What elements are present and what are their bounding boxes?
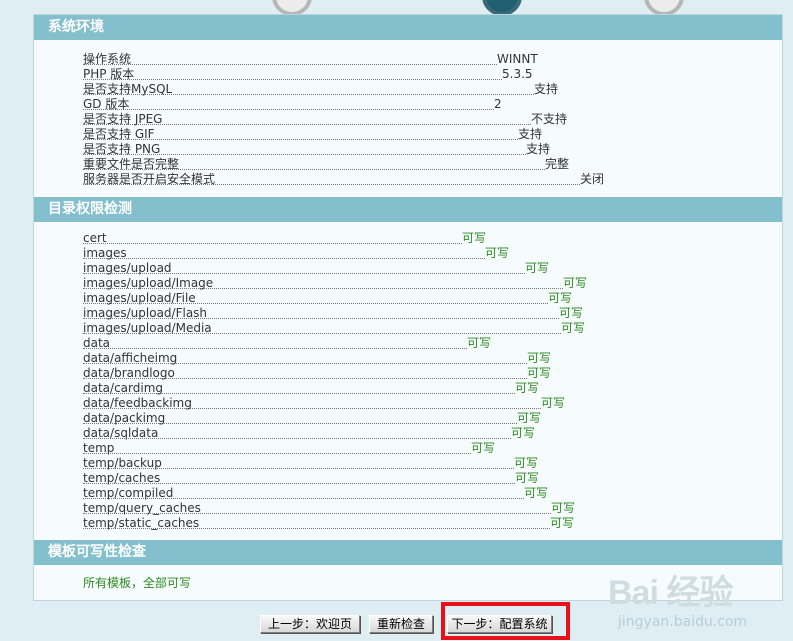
- env-row-value: 支持: [534, 82, 559, 96]
- dir-row-label: temp/backup: [83, 456, 162, 470]
- dir-row-status: 可写: [471, 441, 496, 455]
- dir-row: temp/static_caches 可写: [83, 516, 574, 531]
- env-row: 服务器是否开启安全模式 关闭: [83, 172, 604, 187]
- dir-row: data/brandlogo 可写: [83, 366, 551, 381]
- dir-row-status: 可写: [559, 306, 584, 320]
- env-row-label: 操作系统: [83, 52, 132, 66]
- dir-row-label: images: [83, 246, 127, 260]
- dir-row: temp/backup 可写: [83, 456, 538, 471]
- recheck-button[interactable]: 重新检查: [369, 615, 433, 633]
- dir-row-label: data/feedbackimg: [83, 396, 192, 410]
- env-row-label: GD 版本: [83, 97, 130, 111]
- dir-row-label: data: [83, 336, 111, 350]
- env-row: 操作系统 WINNT: [83, 52, 538, 67]
- dir-row-label: images/upload: [83, 261, 172, 275]
- env-row-value: 5.3.5: [502, 67, 533, 81]
- dir-row-status: 可写: [527, 351, 552, 365]
- dir-row: data/cardimg 可写: [83, 381, 539, 396]
- dir-row-label: images/upload/File: [83, 291, 196, 305]
- dir-row-status: 可写: [462, 231, 487, 245]
- section-header-template: 模板可写性检查: [34, 540, 782, 565]
- dir-row-label: data/cardimg: [83, 381, 164, 395]
- dir-row: cert 可写: [83, 231, 486, 246]
- watermark-brand: Bai 经验: [608, 574, 733, 612]
- dir-row-label: data/afficheimg: [83, 351, 178, 365]
- dir-row-label: temp: [83, 441, 115, 455]
- dir-row-status: 可写: [485, 246, 510, 260]
- section-header-dir: 目录权限检测: [34, 197, 782, 222]
- baidu-jingyan-watermark: Bai 经验 jingyan.baidu.com: [608, 565, 747, 630]
- template-check-result: 所有模板，全部可写: [83, 576, 192, 590]
- dir-row-status: 可写: [561, 321, 586, 335]
- next-step-highlight-box: [441, 602, 570, 640]
- dir-row-label: data/brandlogo: [83, 366, 175, 380]
- prev-step-button[interactable]: 上一步：欢迎页: [260, 615, 360, 633]
- dir-row-status: 可写: [514, 456, 539, 470]
- install-check-panel: 系统环境 操作系统 WINNT PHP 版本 5.3.5 是否支持MySQL 支持 G…: [33, 14, 783, 601]
- dir-row: images/upload 可写: [83, 261, 549, 276]
- dir-row-status: 可写: [517, 411, 542, 425]
- dir-row-label: temp/static_caches: [83, 516, 200, 530]
- dir-row-label: data/sqldata: [83, 426, 159, 440]
- dir-row-status: 可写: [527, 366, 552, 380]
- env-row-value: 完整: [545, 157, 570, 171]
- env-row-value: 支持: [518, 127, 543, 141]
- dir-row-label: cert: [83, 231, 107, 245]
- env-row: 是否支持 PNG 支持: [83, 142, 550, 157]
- dir-row: data/feedbackimg 可写: [83, 396, 565, 411]
- dir-row-label: temp/query_caches: [83, 501, 201, 515]
- dir-row: data 可写: [83, 336, 491, 351]
- env-row-value: WINNT: [497, 52, 538, 66]
- dir-row-label: temp/caches: [83, 471, 161, 485]
- dir-row: data/packimg 可写: [83, 411, 541, 426]
- dir-row-status: 可写: [551, 501, 576, 515]
- env-row-label: 是否支持 GIF: [83, 127, 155, 141]
- env-row-label: 重要文件是否完整: [83, 157, 180, 171]
- env-row: 是否支持MySQL 支持: [83, 82, 558, 97]
- dir-row-status: 可写: [548, 291, 573, 305]
- dir-row-status: 可写: [511, 426, 536, 440]
- env-row-label: 是否支持 JPEG: [83, 112, 163, 126]
- dir-row-status: 可写: [515, 471, 540, 485]
- watermark-site: jingyan.baidu.com: [618, 614, 748, 630]
- env-row: 是否支持 GIF 支持: [83, 127, 542, 142]
- dir-row-status: 可写: [515, 381, 540, 395]
- env-row-label: 服务器是否开启安全模式: [83, 172, 216, 186]
- dir-row: images 可写: [83, 246, 509, 261]
- dir-row-status: 可写: [541, 396, 566, 410]
- dir-row: temp/compiled 可写: [83, 486, 548, 501]
- dir-row: temp/query_caches 可写: [83, 501, 575, 516]
- env-row-value: 关闭: [580, 172, 605, 186]
- dir-row-label: images/upload/Image: [83, 276, 214, 290]
- dir-row-label: data/packimg: [83, 411, 166, 425]
- dir-row: images/upload/File 可写: [83, 291, 572, 306]
- dir-row-status: 可写: [525, 261, 550, 275]
- dir-row-status: 可写: [550, 516, 575, 530]
- env-row-value: 不支持: [531, 112, 568, 126]
- dir-row: data/afficheimg 可写: [83, 351, 551, 366]
- env-row-label: PHP 版本: [83, 67, 135, 81]
- env-row: GD 版本 2: [83, 97, 502, 112]
- dir-row-status: 可写: [467, 336, 492, 350]
- dir-row-label: temp/compiled: [83, 486, 174, 500]
- dir-row-status: 可写: [524, 486, 549, 500]
- dir-row: images/upload/Media 可写: [83, 321, 585, 336]
- env-row: 重要文件是否完整 完整: [83, 157, 569, 172]
- dir-row-label: images/upload/Flash: [83, 306, 208, 320]
- dir-row-status: 可写: [563, 276, 588, 290]
- section-header-env: 系统环境: [34, 15, 782, 40]
- dir-row-label: images/upload/Media: [83, 321, 212, 335]
- env-row-label: 是否支持MySQL: [83, 82, 173, 96]
- env-row-value: 2: [494, 97, 502, 111]
- dir-row: data/sqldata 可写: [83, 426, 535, 441]
- dir-row: temp 可写: [83, 441, 495, 456]
- env-row: 是否支持 JPEG 不支持: [83, 112, 567, 127]
- dir-row: temp/caches 可写: [83, 471, 539, 486]
- dir-row: images/upload/Flash 可写: [83, 306, 583, 321]
- env-row: PHP 版本 5.3.5: [83, 67, 533, 82]
- dir-row: images/upload/Image 可写: [83, 276, 587, 291]
- env-row-value: 支持: [526, 142, 551, 156]
- env-row-label: 是否支持 PNG: [83, 142, 161, 156]
